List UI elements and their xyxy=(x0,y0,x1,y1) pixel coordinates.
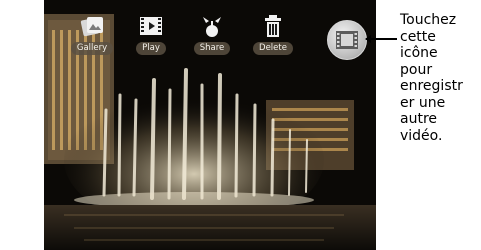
share-icon xyxy=(203,17,221,37)
callout-line-3: icône xyxy=(400,45,438,61)
play-icon xyxy=(140,17,162,35)
delete-button[interactable]: Delete xyxy=(244,13,302,55)
gallery-icon xyxy=(80,17,103,37)
play-button[interactable]: Play xyxy=(122,13,180,55)
record-video-button[interactable] xyxy=(327,20,367,60)
share-label: Share xyxy=(193,42,231,55)
delete-icon xyxy=(265,15,281,37)
share-button[interactable]: Share xyxy=(183,13,241,55)
callout-line-4: pour xyxy=(400,61,433,78)
video-preview-screen: Gallery Play Share Delete xyxy=(44,0,376,250)
play-label: Play xyxy=(136,42,166,55)
callout-line-7: autre xyxy=(400,111,438,127)
callout-line-8: vidéo. xyxy=(400,127,443,144)
callout-line-6: er une xyxy=(400,94,446,111)
callout-line-2: cette xyxy=(400,28,436,45)
film-icon xyxy=(336,31,358,49)
callout-line-1: Touchez xyxy=(400,12,457,28)
delete-label: Delete xyxy=(253,42,293,55)
gallery-label: Gallery xyxy=(70,42,114,55)
callout-line-5: enregistr xyxy=(400,78,463,94)
callout-line xyxy=(366,38,397,40)
gallery-button[interactable]: Gallery xyxy=(63,13,121,55)
callout-text: Touchez cette icône pour enregistr er un… xyxy=(400,12,480,144)
